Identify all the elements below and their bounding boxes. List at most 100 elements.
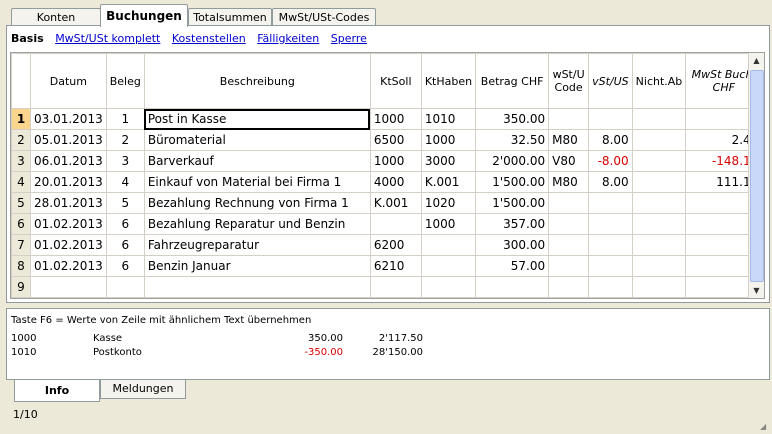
view-faelligkeiten[interactable]: Fälligkeiten — [257, 32, 319, 45]
scroll-up-icon[interactable]: ▲ — [749, 53, 764, 68]
tab-buchungen[interactable]: Buchungen — [100, 4, 188, 27]
cell-nicht[interactable] — [631, 192, 687, 214]
cell-betrag[interactable] — [475, 297, 550, 298]
table-row[interactable]: 5 28.01.2013 5 Bezahlung Rechnung von Firma… — [11, 192, 763, 214]
cell-nicht[interactable] — [631, 297, 687, 298]
cell-code[interactable]: M80 — [548, 129, 590, 151]
cell-kthaben[interactable]: 1010 — [420, 108, 477, 130]
cell-nicht[interactable] — [631, 171, 687, 193]
view-basis[interactable]: Basis — [11, 32, 44, 45]
view-sperre[interactable]: Sperre — [331, 32, 367, 45]
row-number[interactable]: 6 — [11, 213, 31, 235]
cell-code[interactable] — [548, 213, 590, 235]
cell-betrag[interactable]: 350.00 — [475, 108, 550, 130]
cell-vst[interactable] — [588, 297, 633, 298]
table-row[interactable]: 1 03.01.2013 1 Post in Kasse 1000 1010 350.00 — [11, 108, 763, 130]
cell-kthaben[interactable]: 1020 — [420, 192, 477, 214]
cell-beleg[interactable] — [105, 297, 145, 298]
cell-beschreibung[interactable]: Post in Kasse — [143, 108, 371, 130]
cell-vst[interactable] — [588, 255, 633, 277]
view-mwst-komplett[interactable]: MwSt/USt komplett — [55, 32, 160, 45]
cell-betrag[interactable]: 1'500.00 — [475, 192, 550, 214]
col-header-betrag[interactable]: Betrag CHF — [475, 53, 550, 109]
col-header-kthaben[interactable]: KtHaben — [420, 53, 477, 109]
cell-beschreibung[interactable]: Bezahlung Rechnung von Firma 1 — [143, 192, 371, 214]
resize-grip-icon[interactable]: ◢ — [760, 422, 770, 432]
cell-ktsoll[interactable] — [369, 213, 422, 235]
cell-kthaben[interactable] — [420, 276, 477, 298]
cell-betrag[interactable] — [475, 276, 550, 298]
cell-beleg[interactable]: 4 — [105, 171, 145, 193]
cell-betrag[interactable]: 1'500.00 — [475, 171, 550, 193]
cell-nicht[interactable] — [631, 150, 687, 172]
table-row[interactable]: 3 06.01.2013 3 Barverkauf 1000 3000 2'000.00 V8… — [11, 150, 763, 172]
cell-code[interactable]: V80 — [548, 150, 590, 172]
cell-code[interactable] — [548, 255, 590, 277]
cell-beleg[interactable]: 5 — [105, 192, 145, 214]
table-row[interactable]: 4 20.01.2013 4 Einkauf von Material bei Fir… — [11, 171, 763, 193]
cell-betrag[interactable]: 300.00 — [475, 234, 550, 256]
col-header-beleg[interactable]: Beleg — [105, 53, 145, 109]
cell-datum[interactable]: 28.01.2013 — [30, 192, 107, 214]
cell-nicht[interactable] — [631, 108, 687, 130]
row-number[interactable]: 4 — [11, 171, 31, 193]
cell-ktsoll[interactable]: 1000 — [369, 150, 422, 172]
view-kostenstellen[interactable]: Kostenstellen — [172, 32, 246, 45]
cell-code[interactable] — [548, 297, 590, 298]
table-row[interactable]: * — [11, 297, 763, 298]
scroll-down-icon[interactable]: ▼ — [749, 283, 764, 298]
cell-kthaben[interactable]: 3000 — [420, 150, 477, 172]
table-row[interactable]: 8 01.02.2013 6 Benzin Januar 6210 57.00 — [11, 255, 763, 277]
cell-beleg[interactable]: 1 — [105, 108, 145, 130]
cell-code[interactable]: M80 — [548, 171, 590, 193]
cell-beleg[interactable]: 2 — [105, 129, 145, 151]
row-number[interactable]: 7 — [11, 234, 31, 256]
cell-beschreibung[interactable] — [143, 297, 371, 298]
cell-beschreibung[interactable]: Benzin Januar — [143, 255, 371, 277]
cell-nicht[interactable] — [631, 129, 687, 151]
cell-kthaben[interactable] — [420, 297, 477, 298]
cell-vst[interactable]: 8.00 — [588, 171, 633, 193]
cell-datum[interactable]: 05.01.2013 — [30, 129, 107, 151]
cell-code[interactable] — [548, 108, 590, 130]
col-header-datum[interactable]: Datum — [30, 53, 107, 109]
cell-beleg[interactable]: 6 — [105, 255, 145, 277]
cell-betrag[interactable]: 357.00 — [475, 213, 550, 235]
row-number[interactable]: 1 — [11, 108, 31, 130]
cell-datum[interactable] — [30, 276, 107, 298]
cell-vst[interactable] — [588, 276, 633, 298]
cell-ktsoll[interactable] — [369, 297, 422, 298]
row-number[interactable]: * — [11, 297, 31, 298]
cell-betrag[interactable]: 57.00 — [475, 255, 550, 277]
cell-datum[interactable] — [30, 297, 107, 298]
vertical-scrollbar[interactable]: ▲ ▼ — [748, 53, 764, 298]
tab-totalsummen[interactable]: Totalsummen — [188, 8, 272, 26]
col-header-beschreibung[interactable]: Beschreibung — [143, 53, 371, 109]
cell-code[interactable] — [548, 192, 590, 214]
table-row[interactable]: 9 — [11, 276, 763, 298]
scroll-thumb[interactable] — [750, 70, 764, 282]
col-header-nicht-ab[interactable]: Nicht.Ab — [631, 53, 687, 109]
cell-vst[interactable] — [588, 213, 633, 235]
cell-beleg[interactable]: 6 — [105, 234, 145, 256]
cell-vst[interactable]: 8.00 — [588, 129, 633, 151]
cell-betrag[interactable]: 2'000.00 — [475, 150, 550, 172]
tab-mwst-codes[interactable]: MwSt/USt-Codes — [272, 8, 376, 26]
cell-ktsoll[interactable]: 6200 — [369, 234, 422, 256]
cell-datum[interactable]: 01.02.2013 — [30, 234, 107, 256]
row-number[interactable]: 9 — [11, 276, 31, 298]
col-header-vst[interactable]: vSt/US — [588, 53, 633, 109]
cell-beschreibung[interactable]: Barverkauf — [143, 150, 371, 172]
cell-code[interactable] — [548, 276, 590, 298]
tab-meldungen[interactable]: Meldungen — [100, 380, 186, 399]
row-number[interactable]: 5 — [11, 192, 31, 214]
cell-nicht[interactable] — [631, 255, 687, 277]
col-header-ktsoll[interactable]: KtSoll — [369, 53, 422, 109]
cell-ktsoll[interactable] — [369, 276, 422, 298]
cell-vst[interactable] — [588, 234, 633, 256]
cell-beleg[interactable] — [105, 276, 145, 298]
cell-nicht[interactable] — [631, 213, 687, 235]
row-number[interactable]: 8 — [11, 255, 31, 277]
cell-code[interactable] — [548, 234, 590, 256]
table-row[interactable]: 7 01.02.2013 6 Fahrzeugreparatur 6200 300.00 — [11, 234, 763, 256]
